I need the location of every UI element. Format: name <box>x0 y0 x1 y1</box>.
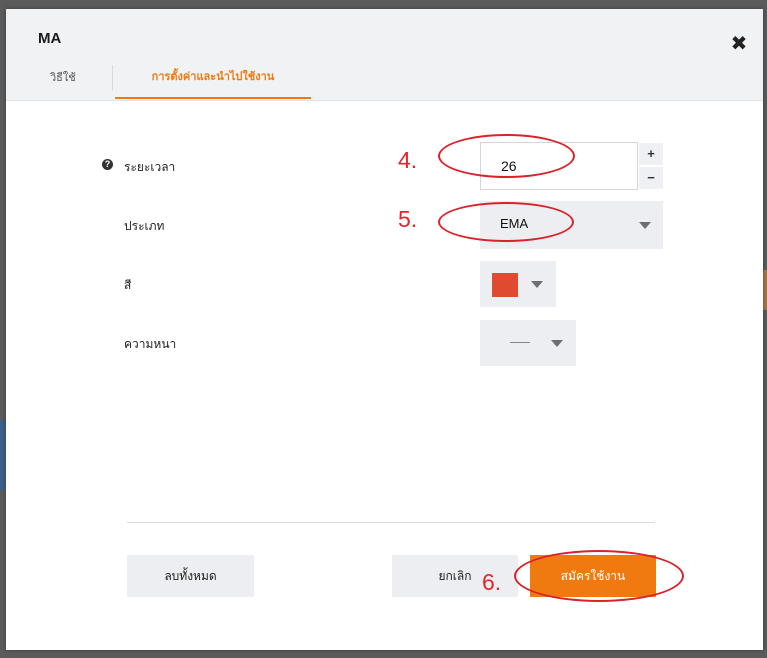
type-selected-value: EMA <box>500 216 529 231</box>
footer-divider <box>127 522 655 523</box>
line-thickness-preview <box>510 342 530 343</box>
tab-divider <box>112 65 113 91</box>
decrement-button[interactable]: − <box>639 167 663 189</box>
period-label: ระยะเวลา <box>124 160 176 174</box>
apply-button[interactable]: สมัครใช้งาน <box>530 555 656 597</box>
modal-title: MA <box>38 30 62 47</box>
thickness-label: ความหนา <box>124 337 177 351</box>
chevron-down-icon <box>639 222 651 229</box>
annotation-step-4: 4. <box>398 147 418 173</box>
color-swatch <box>492 273 518 297</box>
close-icon[interactable]: ✖ <box>729 33 749 53</box>
color-label: สี <box>124 278 132 292</box>
period-input[interactable]: 26 <box>480 142 638 190</box>
color-picker[interactable] <box>480 261 556 307</box>
tab-how-to-use[interactable]: วิธีใช้ <box>50 68 76 86</box>
indicator-settings-modal: MA ✖ วิธีใช้ การตั้งค่าและนำไปใช้งาน ? ร… <box>6 9 763 650</box>
annotation-step-5: 5. <box>398 206 418 232</box>
type-select[interactable]: EMA <box>480 201 663 249</box>
tab-settings[interactable]: การตั้งค่าและนำไปใช้งาน <box>115 65 311 99</box>
clear-all-button[interactable]: ลบทั้งหมด <box>127 555 254 597</box>
question-circle-icon[interactable]: ? <box>102 159 113 170</box>
chevron-down-icon <box>551 340 563 347</box>
chevron-down-icon <box>531 281 543 288</box>
annotation-step-6: 6. <box>482 569 502 595</box>
type-label: ประเภท <box>124 219 165 233</box>
thickness-select[interactable] <box>480 320 576 366</box>
modal-header: MA ✖ วิธีใช้ การตั้งค่าและนำไปใช้งาน <box>6 9 763 101</box>
increment-button[interactable]: + <box>639 143 663 165</box>
